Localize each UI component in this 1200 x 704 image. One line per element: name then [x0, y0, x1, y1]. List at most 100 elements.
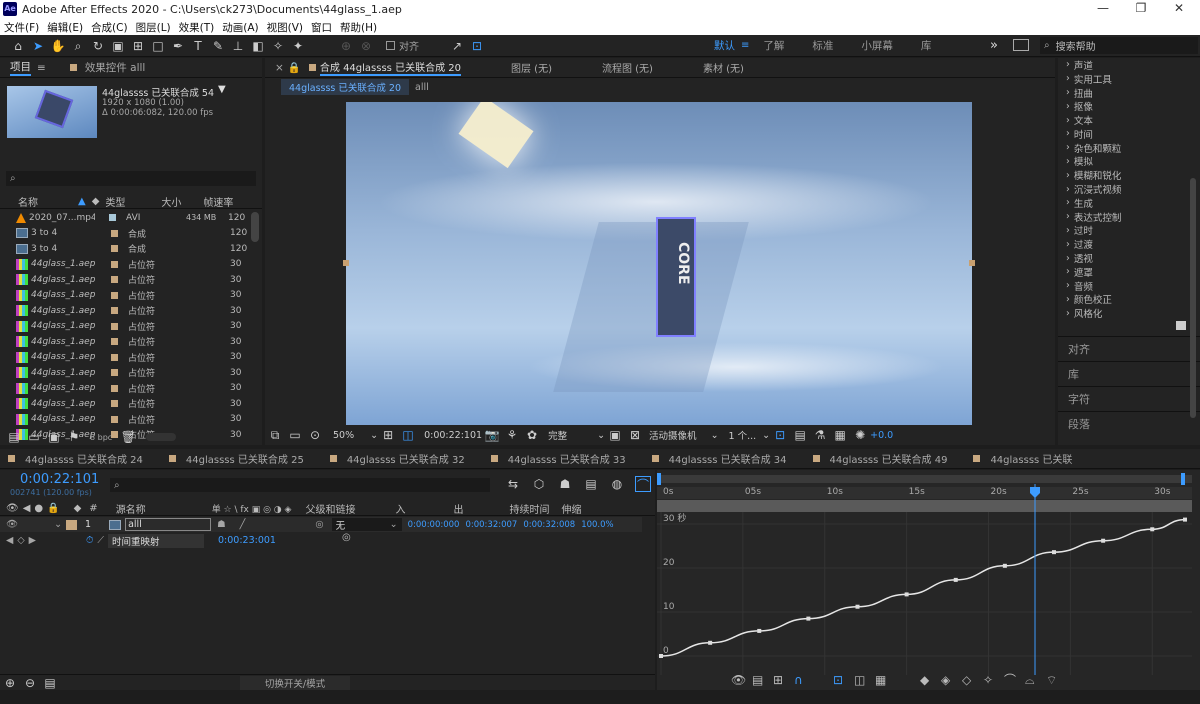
- timeline-tab[interactable]: 44glassss 已关联合成 24: [25, 451, 143, 466]
- panel-toggle-icon[interactable]: [1013, 39, 1029, 51]
- type-tool-icon[interactable]: T: [190, 38, 206, 54]
- new-folder-icon[interactable]: ▭: [26, 429, 42, 445]
- clone-stamp-tool-icon[interactable]: ⊥: [230, 38, 246, 54]
- flowchart-icon[interactable]: ⚗: [812, 427, 828, 443]
- label-chip[interactable]: [109, 214, 116, 222]
- region-icon[interactable]: ⊞: [380, 427, 396, 443]
- effect-category[interactable]: › 杂色和颗粒: [1058, 141, 1200, 155]
- panel-section-3[interactable]: 段落: [1058, 411, 1200, 436]
- modes-icon[interactable]: ⊖: [22, 675, 38, 691]
- label-chip[interactable]: [111, 260, 118, 268]
- effect-category[interactable]: › 时间: [1058, 127, 1200, 141]
- project-item-row[interactable]: 44glass_1.aep 占位符 30: [0, 334, 248, 350]
- label-chip[interactable]: [111, 353, 118, 361]
- shy-icon[interactable]: ☗: [557, 476, 573, 492]
- project-item-row[interactable]: 44glass_1.aep 占位符 30: [0, 303, 248, 319]
- chevron-down-icon[interactable]: ⌄: [370, 430, 378, 441]
- chevron-right-icon[interactable]: ›: [1066, 197, 1070, 208]
- chevron-right-icon[interactable]: ›: [1066, 170, 1070, 181]
- reset-exposure-icon[interactable]: ⊡: [772, 427, 788, 443]
- menu-edit[interactable]: 编辑(E): [47, 20, 83, 35]
- graph-editor-icon[interactable]: ⌒: [635, 476, 651, 492]
- fast-preview-icon[interactable]: ▣: [607, 427, 623, 443]
- transparency-grid-icon[interactable]: ◫: [400, 427, 416, 443]
- label-chip[interactable]: [111, 307, 118, 315]
- world-axis-icon[interactable]: ⊗: [358, 38, 374, 54]
- vr-icon[interactable]: ⊙: [307, 427, 323, 443]
- chevron-right-icon[interactable]: ›: [1066, 225, 1070, 236]
- pan-behind-tool-icon[interactable]: ⊞: [130, 38, 146, 54]
- label-chip[interactable]: [111, 276, 118, 284]
- layer-in-time[interactable]: 0:00:00:000: [408, 520, 460, 530]
- work-area-start[interactable]: [657, 473, 661, 485]
- snap-grid-icon[interactable]: ⊡: [469, 38, 485, 54]
- easy-ease-icon[interactable]: ⌒: [1004, 673, 1016, 687]
- rotate-tool-icon[interactable]: ↻: [90, 38, 106, 54]
- graph-toggle-icon[interactable]: ⟋: [97, 535, 104, 546]
- align-checkbox[interactable]: [386, 41, 395, 50]
- keyframe-point[interactable]: [1150, 527, 1155, 532]
- keyframe-point[interactable]: [806, 616, 811, 621]
- column-parent[interactable]: 父级和链接: [305, 501, 355, 516]
- work-area-bar[interactable]: [657, 475, 1192, 483]
- layer-out-time[interactable]: 0:00:32:007: [465, 520, 517, 530]
- current-time-display[interactable]: 0:00:22:101: [424, 430, 482, 441]
- column-in[interactable]: 入: [395, 501, 405, 516]
- chevron-right-icon[interactable]: ›: [1066, 142, 1070, 153]
- project-item-row[interactable]: 2020_07...mp4 AVI 434 MB 120: [0, 210, 248, 226]
- chevron-right-icon[interactable]: ›: [1066, 87, 1070, 98]
- column-fps[interactable]: 帧速率: [203, 194, 233, 209]
- camera-tool-icon[interactable]: ▣: [110, 38, 126, 54]
- close-button[interactable]: ✕: [1164, 1, 1194, 15]
- show-snapshot-icon[interactable]: ⚘: [504, 427, 520, 443]
- menu-layer[interactable]: 图层(L): [136, 20, 171, 35]
- keyframe-point[interactable]: [855, 604, 860, 609]
- effect-category[interactable]: › 音频: [1058, 279, 1200, 293]
- separate-dimensions-icon[interactable]: ▦: [875, 673, 886, 687]
- label-chip[interactable]: [111, 229, 118, 237]
- project-item-row[interactable]: 44glass_1.aep 占位符 30: [0, 257, 248, 273]
- prev-keyframe-icon[interactable]: ◀: [6, 535, 13, 546]
- tab-layer[interactable]: 图层 (无): [511, 60, 552, 75]
- timeline-tab[interactable]: 44glassss 已关联合成 25: [186, 451, 304, 466]
- layer-row[interactable]: 👁 ⌄ 1 alll ☗ ╱ ◎ 无 ⌄ 0:00:00:000 0:00:32…: [0, 517, 642, 532]
- workspace-default[interactable]: 默认: [714, 38, 735, 53]
- layer-duration[interactable]: 0:00:32:008: [523, 520, 575, 530]
- workspace-small-screen[interactable]: 小屏幕: [861, 38, 893, 53]
- rectangle-tool-icon[interactable]: □: [150, 38, 166, 54]
- chevron-down-icon[interactable]: ⌄: [762, 430, 770, 441]
- channel-icon[interactable]: ✿: [524, 427, 540, 443]
- work-area-end[interactable]: [1181, 473, 1185, 485]
- linear-icon[interactable]: ◇: [962, 673, 972, 687]
- auto-bezier-icon[interactable]: ✧: [983, 673, 993, 687]
- close-tab-icon[interactable]: ×: [275, 62, 284, 74]
- label-chip[interactable]: [111, 369, 118, 377]
- project-scrollbar[interactable]: [248, 210, 262, 430]
- chevron-down-icon[interactable]: ⌄: [711, 430, 719, 441]
- effect-category[interactable]: › 实用工具: [1058, 72, 1200, 86]
- menu-help[interactable]: 帮助(H): [340, 20, 377, 35]
- project-item-row[interactable]: 44glass_1.aep 占位符 30: [0, 288, 248, 304]
- workspace-libraries[interactable]: 库: [921, 38, 932, 53]
- chevron-right-icon[interactable]: ›: [1066, 211, 1070, 222]
- comp-flowchart-icon[interactable]: ⇆: [505, 476, 521, 492]
- project-search-input[interactable]: ⌕: [6, 171, 256, 186]
- effect-category[interactable]: › 模糊和锐化: [1058, 168, 1200, 183]
- keyframe-point[interactable]: [1052, 550, 1056, 555]
- project-menu-icon[interactable]: ≡: [37, 62, 46, 74]
- column-duration[interactable]: 持续时间: [509, 501, 549, 516]
- roto-brush-tool-icon[interactable]: ✧: [270, 38, 286, 54]
- menu-composition[interactable]: 合成(C): [91, 20, 128, 35]
- breadcrumb-comp[interactable]: 44glassss 已关联合成 20: [281, 79, 410, 95]
- scrollbar-thumb[interactable]: [251, 212, 259, 242]
- tab-flowchart[interactable]: 流程图 (无): [602, 60, 653, 75]
- layer-duration-bar[interactable]: [657, 500, 1192, 512]
- keyframe-point[interactable]: [904, 592, 909, 597]
- chevron-right-icon[interactable]: ›: [1066, 115, 1070, 126]
- effect-category[interactable]: › 沉浸式视频: [1058, 182, 1200, 197]
- chevron-right-icon[interactable]: ›: [1066, 101, 1070, 112]
- zoom-dropdown[interactable]: 50%: [333, 430, 354, 441]
- project-item-row[interactable]: 44glass_1.aep 占位符 30: [0, 272, 248, 288]
- project-item-row[interactable]: 44glass_1.aep 占位符 30: [0, 396, 248, 412]
- toggle-transparency-icon[interactable]: ⊠: [627, 427, 643, 443]
